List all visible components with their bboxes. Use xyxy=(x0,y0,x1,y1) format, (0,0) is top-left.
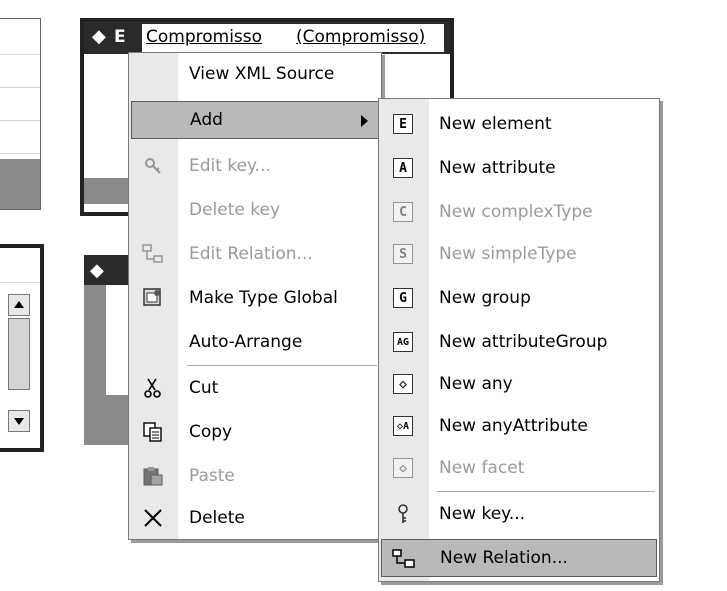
menu-item-label: Auto-Arrange xyxy=(189,332,303,352)
submenu-item-label: New key... xyxy=(439,504,526,524)
delete-x-icon xyxy=(141,507,165,529)
submenu-item-label: New any xyxy=(439,374,513,394)
element-prefix: E xyxy=(114,27,126,47)
complextype-icon: C xyxy=(391,201,415,223)
menu-item-label: Copy xyxy=(189,422,233,442)
menu-item-label: Make Type Global xyxy=(189,288,338,308)
diamond-icon: ◆ xyxy=(92,26,106,47)
element-name: Compromisso xyxy=(146,27,263,47)
menu-item-label: Add xyxy=(190,110,223,130)
menu-item-label: Delete xyxy=(189,508,245,528)
key-edit-icon xyxy=(141,155,165,177)
submenu-item-label: New Relation... xyxy=(440,548,568,568)
group-icon: G xyxy=(391,287,415,309)
menu-item-delete-key[interactable]: Delete key xyxy=(131,191,379,229)
menu-item-label: Paste xyxy=(189,466,235,486)
table-row xyxy=(0,55,40,88)
menu-item-view-xml-source[interactable]: View XML Source xyxy=(131,55,379,93)
submenu-item-label: New facet xyxy=(439,458,525,478)
arrow-down-icon xyxy=(14,418,24,425)
table-row xyxy=(0,88,40,121)
submenu-item-label: New anyAttribute xyxy=(439,416,588,436)
submenu-item-label: New attributeGroup xyxy=(439,332,608,352)
table-row xyxy=(0,252,40,283)
element-type: (Compromisso) xyxy=(296,27,426,47)
submenu-item-new-relation[interactable]: New Relation... xyxy=(381,539,657,577)
submenu-item-new-element[interactable]: E New element xyxy=(381,105,657,143)
any-icon: ◇ xyxy=(391,373,415,395)
simpletype-icon: S xyxy=(391,243,415,265)
menu-item-edit-key[interactable]: Edit key... xyxy=(131,147,379,185)
menu-item-cut[interactable]: Cut xyxy=(131,369,379,407)
submenu-item-new-anyattribute[interactable]: ◇A New anyAttribute xyxy=(381,407,657,445)
menu-item-label: Delete key xyxy=(189,200,281,220)
menu-separator xyxy=(437,491,655,492)
menu-item-make-type-global[interactable]: Make Type Global xyxy=(131,279,379,317)
submenu-item-label: New simpleType xyxy=(439,244,577,264)
scroll-up-button[interactable] xyxy=(8,294,30,316)
element-icon: E xyxy=(391,113,415,135)
submenu-item-label: New group xyxy=(439,288,531,308)
menu-item-auto-arrange[interactable]: Auto-Arrange xyxy=(131,323,379,361)
attribute-icon: A xyxy=(391,157,415,179)
scissors-icon xyxy=(141,377,165,399)
scroll-down-button[interactable] xyxy=(8,410,30,432)
paste-icon xyxy=(141,465,165,487)
table-row xyxy=(0,121,40,154)
menu-item-add[interactable]: Add xyxy=(131,101,379,139)
element-header[interactable]: ◆ E Compromisso (Compromisso) xyxy=(84,22,450,54)
context-menu: View XML Source Add Edit key... Delete k… xyxy=(128,52,382,540)
submenu-item-label: New attribute xyxy=(439,158,556,178)
diamond-icon: ◆ xyxy=(90,260,104,281)
scroll-track[interactable] xyxy=(8,318,30,390)
submenu-item-new-complextype[interactable]: C New complexType xyxy=(381,193,657,231)
menu-item-delete[interactable]: Delete xyxy=(131,499,379,537)
submenu-item-new-group[interactable]: G New group xyxy=(381,279,657,317)
element-box-footer xyxy=(84,178,132,204)
submenu-item-new-attributegroup[interactable]: AG New attributeGroup xyxy=(381,323,657,361)
submenu-item-new-attribute[interactable]: A New attribute xyxy=(381,149,657,187)
submenu-item-new-key[interactable]: New key... xyxy=(381,495,657,533)
facet-icon: ◇ xyxy=(391,457,415,479)
submenu-item-label: New element xyxy=(439,114,552,134)
attributegroup-icon: AG xyxy=(391,331,415,353)
table-row xyxy=(0,19,40,55)
arrow-up-icon xyxy=(14,301,24,308)
submenu-item-new-simpletype[interactable]: S New simpleType xyxy=(381,235,657,273)
menu-item-label: View XML Source xyxy=(189,64,335,84)
relation-icon xyxy=(392,548,416,570)
make-global-icon xyxy=(141,287,165,309)
add-submenu: E New element A New attribute C New comp… xyxy=(378,98,660,582)
menu-item-edit-relation[interactable]: Edit Relation... xyxy=(131,235,379,273)
relation-edit-icon xyxy=(141,243,165,265)
left-table-top xyxy=(0,18,41,210)
copy-icon xyxy=(141,421,165,443)
submenu-item-new-any[interactable]: ◇ New any xyxy=(381,365,657,403)
menu-item-label: Cut xyxy=(189,378,219,398)
anyattribute-icon: ◇A xyxy=(391,415,415,437)
menu-item-label: Edit key... xyxy=(189,156,271,176)
submenu-arrow-icon xyxy=(361,115,368,127)
submenu-item-new-facet[interactable]: ◇ New facet xyxy=(381,449,657,487)
menu-separator xyxy=(187,365,377,366)
menu-item-copy[interactable]: Copy xyxy=(131,413,379,451)
key-icon xyxy=(391,503,415,525)
submenu-item-label: New complexType xyxy=(439,202,593,222)
element-box-second[interactable]: ◆ xyxy=(84,255,129,445)
left-table-bottom-body xyxy=(0,252,40,440)
menu-item-label: Edit Relation... xyxy=(189,244,313,264)
menu-item-paste[interactable]: Paste xyxy=(131,457,379,495)
table-footer xyxy=(0,159,40,209)
